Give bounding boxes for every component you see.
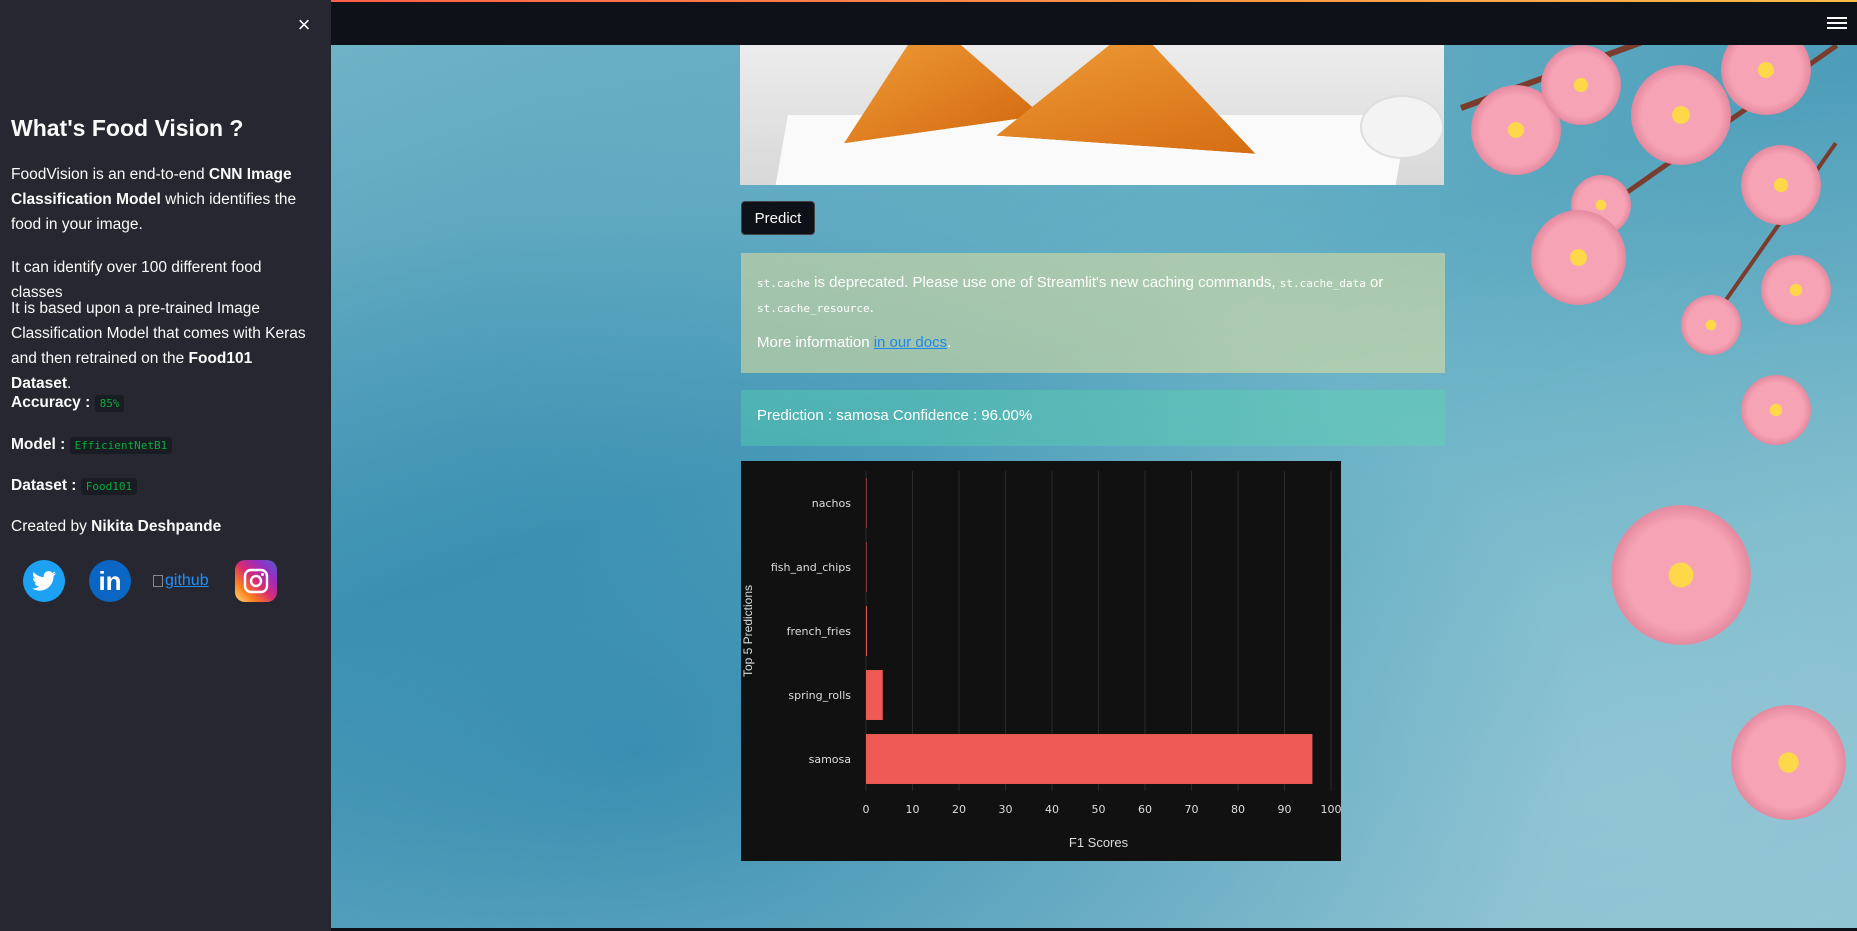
- x-tick-label: 90: [1278, 803, 1292, 816]
- dataset-label: Dataset :: [11, 477, 77, 494]
- x-axis-title: F1 Scores: [1069, 835, 1129, 850]
- x-tick-label: 80: [1231, 803, 1245, 816]
- warning-code-st-cache: st.cache: [757, 277, 810, 290]
- docs-link[interactable]: in our docs: [874, 334, 947, 351]
- app-header: [331, 2, 1857, 45]
- prediction-result: Prediction : samosa Confidence : 96.00%: [741, 390, 1445, 446]
- y-tick-label: spring_rolls: [788, 689, 851, 702]
- warning-code-cache-data: st.cache_data: [1279, 277, 1366, 290]
- model-label: Model :: [11, 436, 66, 453]
- x-tick-label: 0: [863, 803, 870, 816]
- model-value: EfficientNetB1: [69, 437, 173, 454]
- bar-french_fries: [866, 606, 867, 656]
- bar-spring_rolls: [866, 670, 883, 720]
- deprecation-warning: st.cache is deprecated. Please use one o…: [741, 253, 1445, 373]
- more-info-end: .: [947, 334, 952, 351]
- bar-chart-svg: 0 10 20 30 40 50 60 70 80 90 100 samosa spring_rolls…: [741, 471, 1342, 850]
- x-tick-label: 70: [1185, 803, 1199, 816]
- x-tick-label: 60: [1138, 803, 1152, 816]
- created-by-label: Created by: [11, 518, 92, 535]
- main-content: Predict st.cache is deprecated. Please u…: [331, 45, 1857, 928]
- bar-fish_and_chips: [866, 542, 867, 592]
- accuracy-value: 85%: [94, 395, 125, 412]
- instagram-icon[interactable]: [234, 560, 277, 602]
- accuracy-row: Accuracy : 85%: [11, 390, 311, 416]
- dataset-value: Food101: [80, 478, 138, 495]
- accuracy-label: Accuracy :: [11, 394, 91, 411]
- warning-code-cache-resource: st.cache_resource: [757, 302, 870, 315]
- close-sidebar-button[interactable]: ×: [291, 12, 317, 38]
- dataset-row: Dataset : Food101: [11, 473, 311, 499]
- github-alt-text: github: [165, 572, 209, 589]
- author-name: Nikita Deshpande: [91, 518, 222, 535]
- model-description-text: It is based upon a pre-trained Image Cla…: [11, 300, 306, 367]
- twitter-icon[interactable]: [23, 560, 65, 602]
- bar-samosa: [866, 734, 1313, 784]
- model-description-paragraph: It is based upon a pre-trained Image Cla…: [11, 296, 311, 396]
- model-row: Model : EfficientNetB1: [11, 432, 311, 458]
- x-tick-label: 100: [1321, 803, 1342, 816]
- predict-button[interactable]: Predict: [741, 201, 815, 235]
- y-tick-label: fish_and_chips: [771, 561, 851, 574]
- linkedin-icon[interactable]: in: [89, 560, 131, 602]
- warning-text: is deprecated. Please use one of Streaml…: [809, 274, 1280, 291]
- broken-image-icon: [153, 575, 163, 587]
- sidebar: × What's Food Vision ? FoodVision is an …: [0, 0, 331, 931]
- social-links: in github: [23, 560, 277, 602]
- predictions-chart: 0 10 20 30 40 50 60 70 80 90 100 samosa spring_rolls…: [741, 461, 1342, 861]
- uploaded-food-image: [740, 45, 1444, 185]
- warning-text-or: or: [1365, 274, 1384, 291]
- x-tick-label: 50: [1092, 803, 1106, 816]
- close-icon: ×: [297, 12, 311, 37]
- sidebar-title: What's Food Vision ?: [11, 115, 244, 141]
- y-tick-label: nachos: [812, 497, 851, 510]
- x-tick-label: 40: [1045, 803, 1059, 816]
- x-tick-label: 20: [952, 803, 966, 816]
- y-tick-label: french_fries: [787, 625, 852, 638]
- y-axis-title: Top 5 Predictions: [741, 585, 755, 677]
- x-tick-label: 10: [906, 803, 920, 816]
- github-link[interactable]: github: [153, 572, 209, 590]
- warning-text-end: .: [869, 299, 874, 316]
- y-tick-label: samosa: [809, 753, 851, 766]
- description-text: FoodVision is an end-to-end: [11, 166, 209, 183]
- more-info-text: More information: [757, 334, 874, 351]
- bar-nachos: [866, 478, 867, 528]
- description-paragraph: FoodVision is an end-to-end CNN Image Cl…: [11, 162, 311, 237]
- main-menu-button[interactable]: [1827, 14, 1847, 32]
- x-tick-label: 30: [999, 803, 1013, 816]
- created-by-row: Created by Nikita Deshpande: [11, 514, 311, 539]
